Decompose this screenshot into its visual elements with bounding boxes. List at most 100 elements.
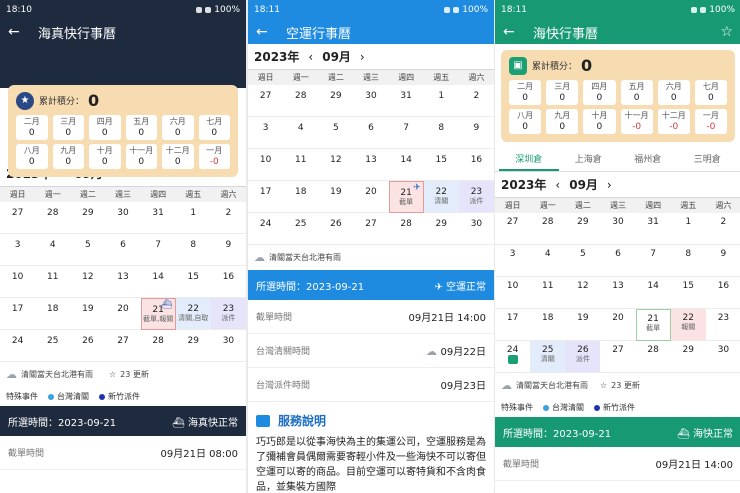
tab-warehouse[interactable]: 三明倉 xyxy=(678,148,738,171)
calendar-day[interactable]: 17 xyxy=(248,181,284,213)
calendar-day[interactable]: 28 xyxy=(388,213,424,245)
calendar-day[interactable]: 28 xyxy=(140,330,176,362)
calendar-day[interactable]: 11 xyxy=(530,277,566,309)
calendar-day[interactable]: 3 xyxy=(0,234,36,266)
calendar-day[interactable]: 27 xyxy=(0,202,36,234)
calendar-day[interactable]: 29 xyxy=(318,85,354,117)
calendar-day[interactable]: 27 xyxy=(495,213,531,245)
calendar-day[interactable]: 22 清關 xyxy=(423,181,459,213)
calendar-day[interactable]: 6 xyxy=(600,245,636,277)
back-arrow-icon[interactable]: ← xyxy=(256,24,278,40)
calendar-day[interactable]: 20 xyxy=(600,309,636,341)
calendar-day[interactable]: 5 xyxy=(318,117,354,149)
calendar-day[interactable]: 18 xyxy=(530,309,566,341)
calendar-day[interactable]: 4 xyxy=(283,117,319,149)
calendar-day[interactable]: 30 xyxy=(458,213,494,245)
back-arrow-icon[interactable]: ← xyxy=(8,24,30,40)
calendar-day[interactable]: 9 xyxy=(210,234,246,266)
calendar-day[interactable]: 27 xyxy=(600,341,636,373)
calendar-day[interactable]: 29 xyxy=(565,213,601,245)
calendar-day[interactable]: 30 xyxy=(105,202,141,234)
tab-warehouse[interactable]: 深圳倉 xyxy=(499,148,559,171)
calendar-day[interactable]: 4 xyxy=(35,234,71,266)
calendar-day[interactable]: 22 清關,自取 xyxy=(175,298,211,330)
calendar-day[interactable]: 17 xyxy=(0,298,36,330)
calendar-day[interactable]: 26 xyxy=(70,330,106,362)
calendar-day[interactable]: 31 xyxy=(140,202,176,234)
calendar-day[interactable]: 29 xyxy=(670,341,706,373)
calendar-day[interactable]: 25 清關 xyxy=(530,341,566,373)
calendar-day[interactable]: 28 xyxy=(635,341,671,373)
calendar-day[interactable]: 26 派件 xyxy=(565,341,601,373)
calendar-day[interactable]: 10 xyxy=(0,266,36,298)
calendar-day[interactable]: 30 xyxy=(210,330,246,362)
calendar-day[interactable]: 30 xyxy=(353,85,389,117)
calendar-day[interactable]: 7 xyxy=(140,234,176,266)
calendar-day[interactable]: 27 xyxy=(248,85,284,117)
calendar-day[interactable]: 10 xyxy=(495,277,531,309)
calendar-day[interactable]: 12 xyxy=(318,149,354,181)
calendar-day[interactable]: 31 xyxy=(635,213,671,245)
calendar-day[interactable]: 16 xyxy=(210,266,246,298)
calendar-day[interactable]: 12 xyxy=(565,277,601,309)
calendar-day[interactable]: 9 xyxy=(705,245,740,277)
prev-month-icon[interactable]: ‹ xyxy=(308,50,313,64)
calendar-day[interactable]: 5 xyxy=(70,234,106,266)
calendar-day[interactable]: 2 xyxy=(458,85,494,117)
calendar-day[interactable]: 18 xyxy=(283,181,319,213)
next-month-icon[interactable]: › xyxy=(607,178,612,192)
calendar-day[interactable]: 11 xyxy=(35,266,71,298)
calendar-day[interactable]: 1 xyxy=(423,85,459,117)
calendar-day[interactable]: 3 xyxy=(248,117,284,149)
calendar-day[interactable]: 21 截單,報關 ⛴ xyxy=(140,298,176,330)
calendar-day[interactable]: 29 xyxy=(175,330,211,362)
calendar-day[interactable]: 13 xyxy=(353,149,389,181)
calendar-day[interactable]: 17 xyxy=(495,309,531,341)
next-month-icon[interactable]: › xyxy=(360,50,365,64)
calendar-day[interactable]: 28 xyxy=(283,85,319,117)
tab-warehouse[interactable]: 上海倉 xyxy=(559,148,619,171)
calendar-day[interactable]: 12 xyxy=(70,266,106,298)
calendar-day[interactable]: 14 xyxy=(635,277,671,309)
calendar-day[interactable]: 18 xyxy=(35,298,71,330)
prev-month-icon[interactable]: ‹ xyxy=(555,178,560,192)
calendar-day[interactable]: 30 xyxy=(705,341,740,373)
calendar-day[interactable]: 25 xyxy=(35,330,71,362)
calendar-day[interactable]: 23 派件 xyxy=(210,298,246,330)
favorite-star-icon[interactable]: ☆ xyxy=(720,24,733,40)
calendar-day[interactable]: 13 xyxy=(105,266,141,298)
calendar-day[interactable]: 2 xyxy=(210,202,246,234)
calendar-day[interactable]: 7 xyxy=(635,245,671,277)
calendar-day[interactable]: 6 xyxy=(353,117,389,149)
calendar-day[interactable]: 28 xyxy=(35,202,71,234)
calendar-day[interactable]: 19 xyxy=(318,181,354,213)
calendar-day[interactable]: 31 xyxy=(388,85,424,117)
calendar-day[interactable]: 15 xyxy=(670,277,706,309)
calendar-day[interactable]: 21 截單 ✈ xyxy=(388,181,424,213)
calendar-day[interactable]: 24 xyxy=(0,330,36,362)
calendar-day[interactable]: 20 xyxy=(105,298,141,330)
calendar-day[interactable]: 2 xyxy=(705,213,740,245)
calendar-day[interactable]: 19 xyxy=(70,298,106,330)
calendar-day[interactable]: 23 xyxy=(705,309,740,341)
calendar-day[interactable]: 8 xyxy=(670,245,706,277)
calendar-day[interactable]: 24 xyxy=(495,341,531,373)
calendar-day[interactable]: 3 xyxy=(495,245,531,277)
tab-warehouse[interactable]: 福州倉 xyxy=(618,148,678,171)
calendar-day[interactable]: 14 xyxy=(140,266,176,298)
calendar-day[interactable]: 10 xyxy=(248,149,284,181)
calendar-day[interactable]: 1 xyxy=(175,202,211,234)
calendar-day[interactable]: 7 xyxy=(388,117,424,149)
calendar-day[interactable]: 5 xyxy=(565,245,601,277)
calendar-day[interactable]: 30 xyxy=(600,213,636,245)
calendar-day[interactable]: 8 xyxy=(175,234,211,266)
back-arrow-icon[interactable]: ← xyxy=(503,24,525,40)
calendar-day[interactable]: 15 xyxy=(175,266,211,298)
calendar-day[interactable]: 15 xyxy=(423,149,459,181)
calendar-day[interactable]: 26 xyxy=(318,213,354,245)
calendar-day[interactable]: 4 xyxy=(530,245,566,277)
calendar-day[interactable]: 6 xyxy=(105,234,141,266)
calendar-day[interactable]: 29 xyxy=(70,202,106,234)
calendar-day[interactable]: 20 xyxy=(353,181,389,213)
calendar-day[interactable]: 19 xyxy=(565,309,601,341)
